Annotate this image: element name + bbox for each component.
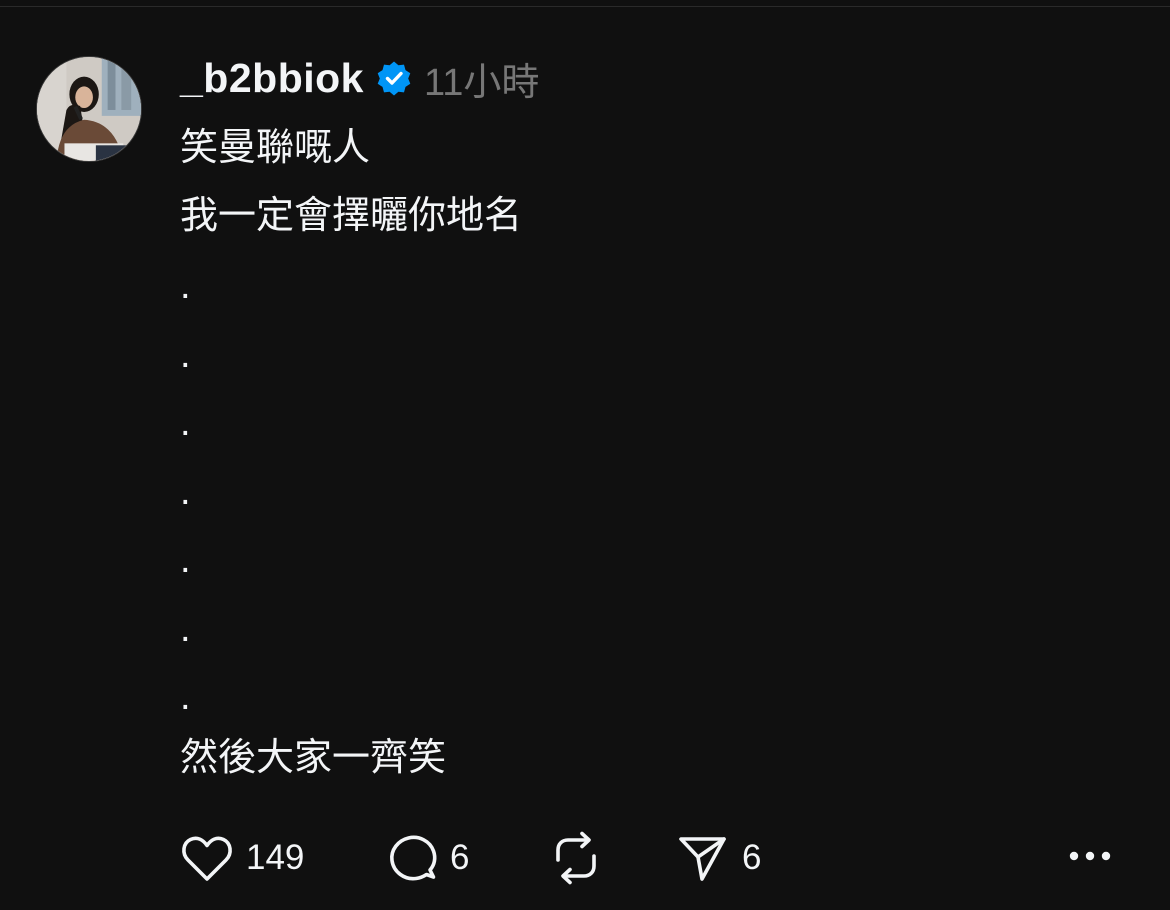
post-text: 笑曼聯嘅人 我一定會擇曬你地名 . . . . . . . 然後大家一齊笑 <box>180 122 1080 784</box>
post-text-dot: . <box>180 470 191 513</box>
repost-button[interactable] <box>548 830 604 886</box>
post-text-line: 我一定會擇曬你地名 <box>180 195 523 237</box>
like-count: 149 <box>246 838 305 877</box>
post-text-line: 然後大家一齊笑 <box>180 736 447 779</box>
repost-icon <box>548 830 604 886</box>
comment-bubble-icon <box>386 832 438 884</box>
send-icon <box>676 831 730 885</box>
post-text-dot: . <box>180 539 191 581</box>
post-timestamp[interactable]: 11小時 <box>424 51 539 106</box>
action-bar: 149 6 6 <box>180 830 1140 886</box>
username[interactable]: _b2bbiok <box>180 55 364 102</box>
post-text-dot: . <box>180 333 191 376</box>
post-header: _b2bbiok 11小時 <box>180 52 539 104</box>
more-dots-icon <box>1068 849 1112 867</box>
top-divider <box>0 6 1170 7</box>
comment-count: 6 <box>450 838 470 877</box>
post-text-dot: . <box>180 607 191 650</box>
post-text-dot: . <box>180 676 191 718</box>
share-button[interactable]: 6 <box>676 830 761 886</box>
avatar[interactable] <box>36 56 142 162</box>
like-button[interactable]: 149 <box>180 830 304 886</box>
avatar-photo <box>37 57 141 161</box>
heart-icon <box>180 833 234 883</box>
share-count: 6 <box>742 838 762 877</box>
comment-button[interactable]: 6 <box>386 830 469 886</box>
verified-badge-icon <box>376 60 412 96</box>
more-options-button[interactable] <box>1060 830 1120 886</box>
post-text-line: 笑曼聯嘅人 <box>180 127 371 169</box>
post-text-dot: . <box>180 265 191 307</box>
post-text-dot: . <box>180 402 191 444</box>
